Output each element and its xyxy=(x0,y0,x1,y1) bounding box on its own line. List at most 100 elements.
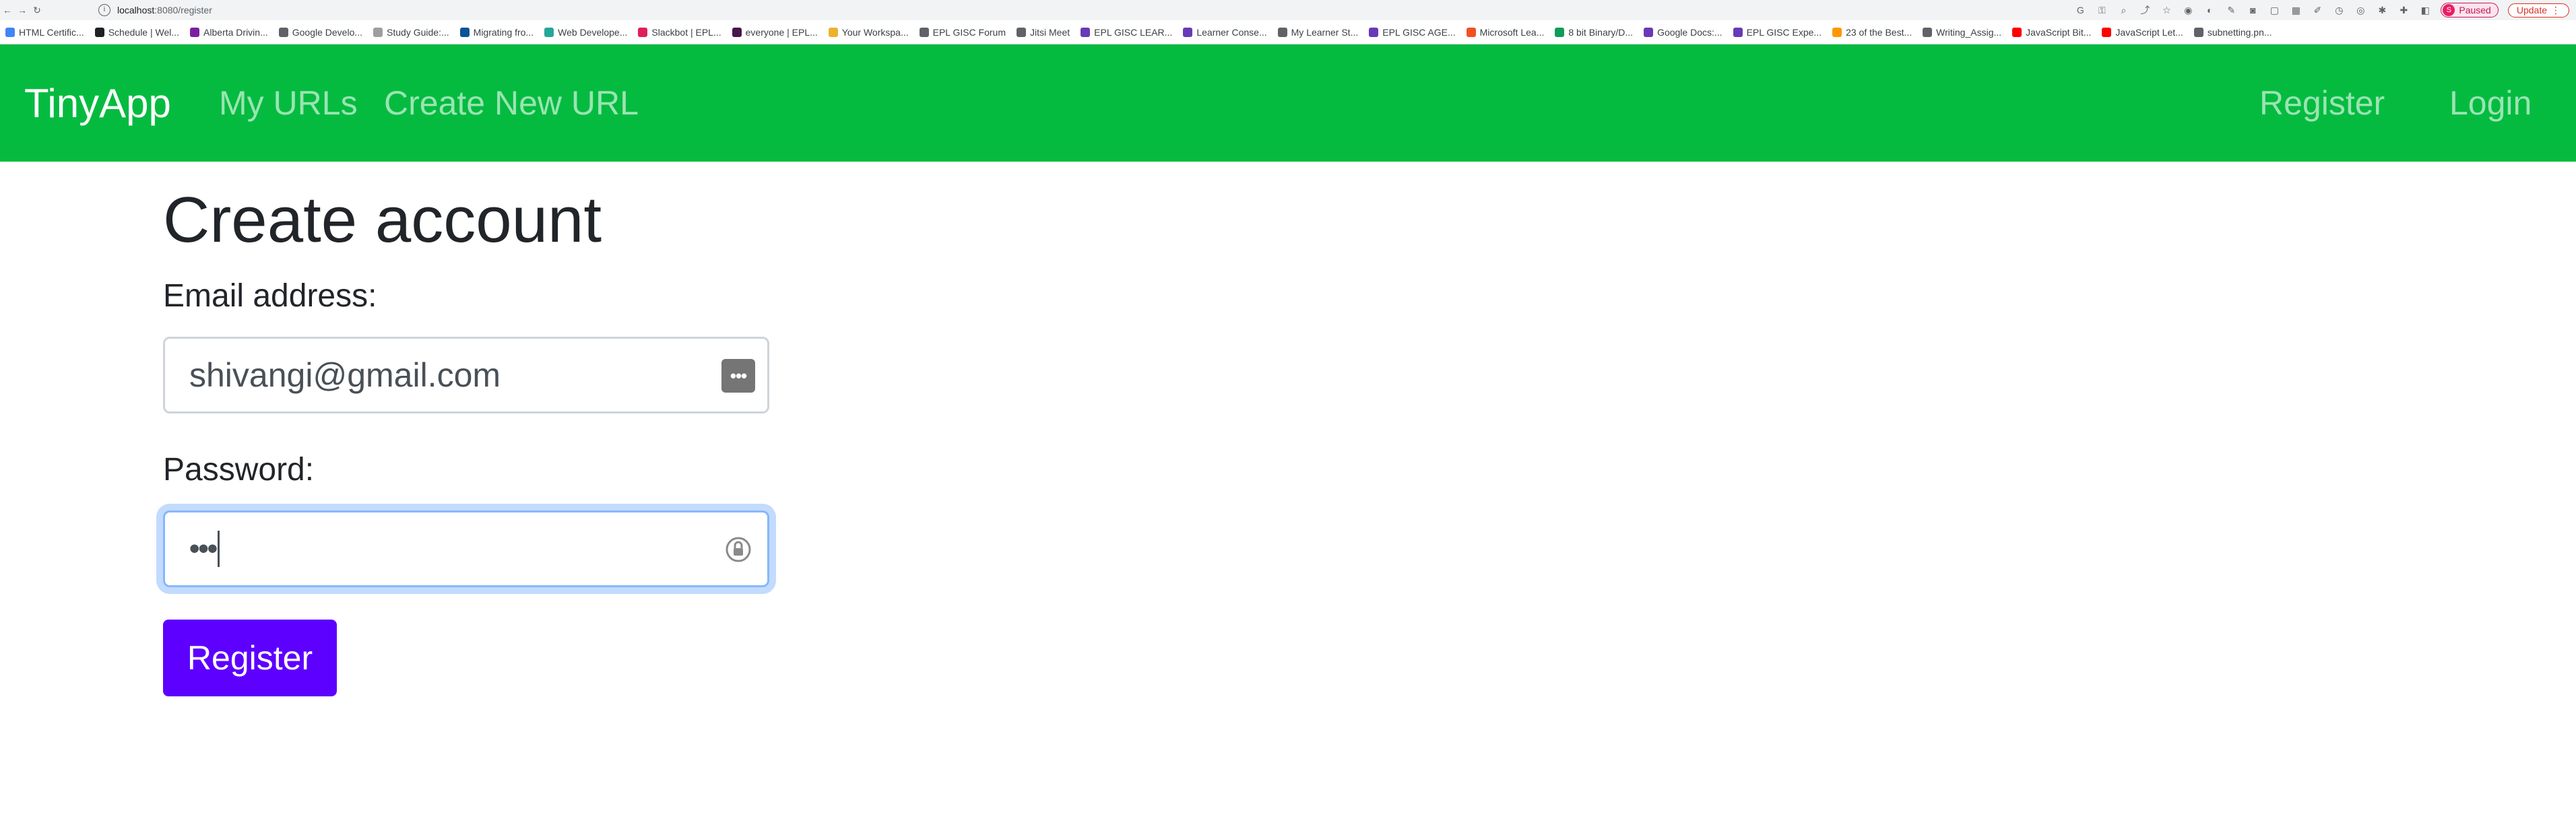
bookmark-item[interactable]: Writing_Assig... xyxy=(1917,27,2007,38)
password-mask: ••• xyxy=(189,532,218,565)
reload-icon[interactable]: ↻ xyxy=(30,5,44,16)
bookmark-favicon-icon xyxy=(2102,27,2112,37)
bookmark-favicon-icon xyxy=(1369,27,1379,37)
bookmark-item[interactable]: Web Develope... xyxy=(539,27,633,38)
password-manager-icon[interactable]: ••• xyxy=(721,359,755,393)
app-navbar: TinyApp My URLs Create New URL Register … xyxy=(0,44,2576,162)
key-icon[interactable]: ⚿ xyxy=(2096,4,2108,16)
bookmark-item[interactable]: JavaScript Bit... xyxy=(2007,27,2096,38)
bookmark-label: subnetting.pn... xyxy=(2207,26,2272,38)
bookmark-favicon-icon xyxy=(1017,27,1027,37)
password-generate-icon[interactable] xyxy=(721,533,755,566)
register-button[interactable]: Register xyxy=(163,620,337,696)
bookmark-item[interactable]: JavaScript Let... xyxy=(2096,27,2188,38)
extension-camera-icon[interactable]: ◙ xyxy=(2247,4,2259,16)
bookmark-favicon-icon xyxy=(459,27,470,37)
bookmark-favicon-icon xyxy=(2193,27,2203,37)
bookmark-item[interactable]: HTML Certific... xyxy=(0,27,90,38)
bookmark-favicon-icon xyxy=(828,27,838,37)
extension-color-icon[interactable]: ◐ xyxy=(2203,4,2216,16)
bookmark-item[interactable]: Alberta Drivin... xyxy=(185,27,273,38)
bookmark-item[interactable]: Migrating fro... xyxy=(455,27,539,38)
extension-settings-icon[interactable]: ✱ xyxy=(2376,4,2388,16)
zoom-icon[interactable]: ⌕ xyxy=(2117,4,2129,16)
bookmark-item[interactable]: EPL GISC AGE... xyxy=(1363,27,1460,38)
url-host: localhost xyxy=(117,5,155,15)
bookmark-item[interactable]: Schedule | Wel... xyxy=(90,27,185,38)
bookmark-favicon-icon xyxy=(190,27,200,37)
share-icon[interactable]: ⤴ xyxy=(2139,4,2151,16)
bookmark-label: Google Develo... xyxy=(292,26,363,38)
extension-pen-icon[interactable]: ✐ xyxy=(2311,4,2323,16)
email-label: Email address: xyxy=(163,278,377,314)
bookmark-item[interactable]: 8 bit Binary/D... xyxy=(1549,27,1638,38)
bookmark-item[interactable]: Study Guide:... xyxy=(368,27,455,38)
browser-toolbar: ← → ↻ i localhost:8080/register G ⚿ ⌕ ⤴ … xyxy=(0,0,2576,20)
bookmark-label: EPL GISC Expe... xyxy=(1746,26,1822,38)
bookmark-item[interactable]: Slackbot | EPL... xyxy=(633,27,726,38)
address-bar[interactable]: localhost:8080/register xyxy=(117,5,212,15)
extensions-puzzle-icon[interactable]: ✚ xyxy=(2397,4,2410,16)
bookmark-label: EPL GISC LEAR... xyxy=(1094,26,1173,38)
bookmark-favicon-icon xyxy=(5,27,15,37)
extension-box-icon[interactable]: ▢ xyxy=(2268,4,2280,16)
toolbar-actions: G ⚿ ⌕ ⤴ ☆ ◉ ◐ ✎ ◙ ▢ ▦ ✐ ◷ ◎ ✱ ✚ ◧ S Paus… xyxy=(2074,3,2576,18)
bookmark-favicon-icon xyxy=(278,27,288,37)
password-label: Password: xyxy=(163,452,315,488)
bookmark-favicon-icon xyxy=(1923,27,1933,37)
nav-register[interactable]: Register xyxy=(2259,84,2385,123)
bookmark-label: My Learner St... xyxy=(1291,26,1359,38)
bookmark-label: EPL GISC Forum xyxy=(932,26,1006,38)
kebab-menu-icon: ⋮ xyxy=(2551,4,2561,15)
bookmark-item[interactable]: EPL GISC LEAR... xyxy=(1075,27,1178,38)
google-icon[interactable]: G xyxy=(2074,4,2086,16)
nav-login[interactable]: Login xyxy=(2449,84,2532,123)
avatar: S xyxy=(2443,4,2455,16)
bookmark-item[interactable]: Jitsi Meet xyxy=(1011,27,1075,38)
side-panel-icon[interactable]: ◧ xyxy=(2419,4,2431,16)
back-icon[interactable]: ← xyxy=(0,5,15,15)
bookmark-favicon-icon xyxy=(1644,27,1654,37)
extension-record-icon[interactable]: ◉ xyxy=(2182,4,2194,16)
bookmark-item[interactable]: 23 of the Best... xyxy=(1827,27,1917,38)
bookmark-favicon-icon xyxy=(919,27,929,37)
bookmark-item[interactable]: My Learner St... xyxy=(1273,27,1364,38)
bookmark-item[interactable]: Microsoft Lea... xyxy=(1461,27,1550,38)
bookmark-label: Learner Conse... xyxy=(1196,26,1267,38)
bookmark-favicon-icon xyxy=(2012,27,2022,37)
extension-clock-icon[interactable]: ◷ xyxy=(2333,4,2345,16)
bookmark-star-icon[interactable]: ☆ xyxy=(2160,4,2172,16)
nav-my-urls[interactable]: My URLs xyxy=(219,84,358,123)
email-field[interactable] xyxy=(189,356,701,395)
bookmark-label: 23 of the Best... xyxy=(1846,26,1912,38)
password-field[interactable]: ••• xyxy=(163,510,769,587)
bookmark-favicon-icon xyxy=(373,27,383,37)
site-info-icon[interactable]: i xyxy=(98,4,110,16)
bookmark-favicon-icon xyxy=(732,27,742,37)
bookmark-favicon-icon xyxy=(1555,27,1565,37)
bookmark-item[interactable]: Google Develo... xyxy=(273,27,368,38)
extension-grid-icon[interactable]: ▦ xyxy=(2290,4,2302,16)
bookmark-label: Microsoft Lea... xyxy=(1479,26,1545,38)
bookmark-item[interactable]: Your Workspa... xyxy=(823,27,914,38)
url-path: :8080/register xyxy=(154,5,212,15)
bookmark-item[interactable]: subnetting.pn... xyxy=(2189,27,2278,38)
bookmark-label: Your Workspa... xyxy=(841,26,909,38)
extension-globe-icon[interactable]: ◎ xyxy=(2354,4,2366,16)
bookmark-item[interactable]: everyone | EPL... xyxy=(727,27,823,38)
profile-button[interactable]: S Paused xyxy=(2441,3,2499,18)
bookmark-label: Schedule | Wel... xyxy=(108,26,180,38)
bookmark-item[interactable]: Learner Conse... xyxy=(1178,27,1272,38)
bookmark-favicon-icon xyxy=(544,27,554,37)
bookmark-item[interactable]: EPL GISC Expe... xyxy=(1728,27,1828,38)
brand-logo[interactable]: TinyApp xyxy=(24,80,171,127)
bookmark-item[interactable]: EPL GISC Forum xyxy=(914,27,1011,38)
extension-eyedropper-icon[interactable]: ✎ xyxy=(2225,4,2237,16)
bookmark-item[interactable]: Google Docs:... xyxy=(1638,27,1728,38)
nav-create-new-url[interactable]: Create New URL xyxy=(384,84,639,123)
bookmark-favicon-icon xyxy=(94,27,104,37)
update-button[interactable]: Update ⋮ xyxy=(2507,3,2569,18)
bookmark-label: JavaScript Bit... xyxy=(2026,26,2092,38)
forward-icon[interactable]: → xyxy=(15,5,30,15)
bookmark-label: Writing_Assig... xyxy=(1936,26,2002,38)
